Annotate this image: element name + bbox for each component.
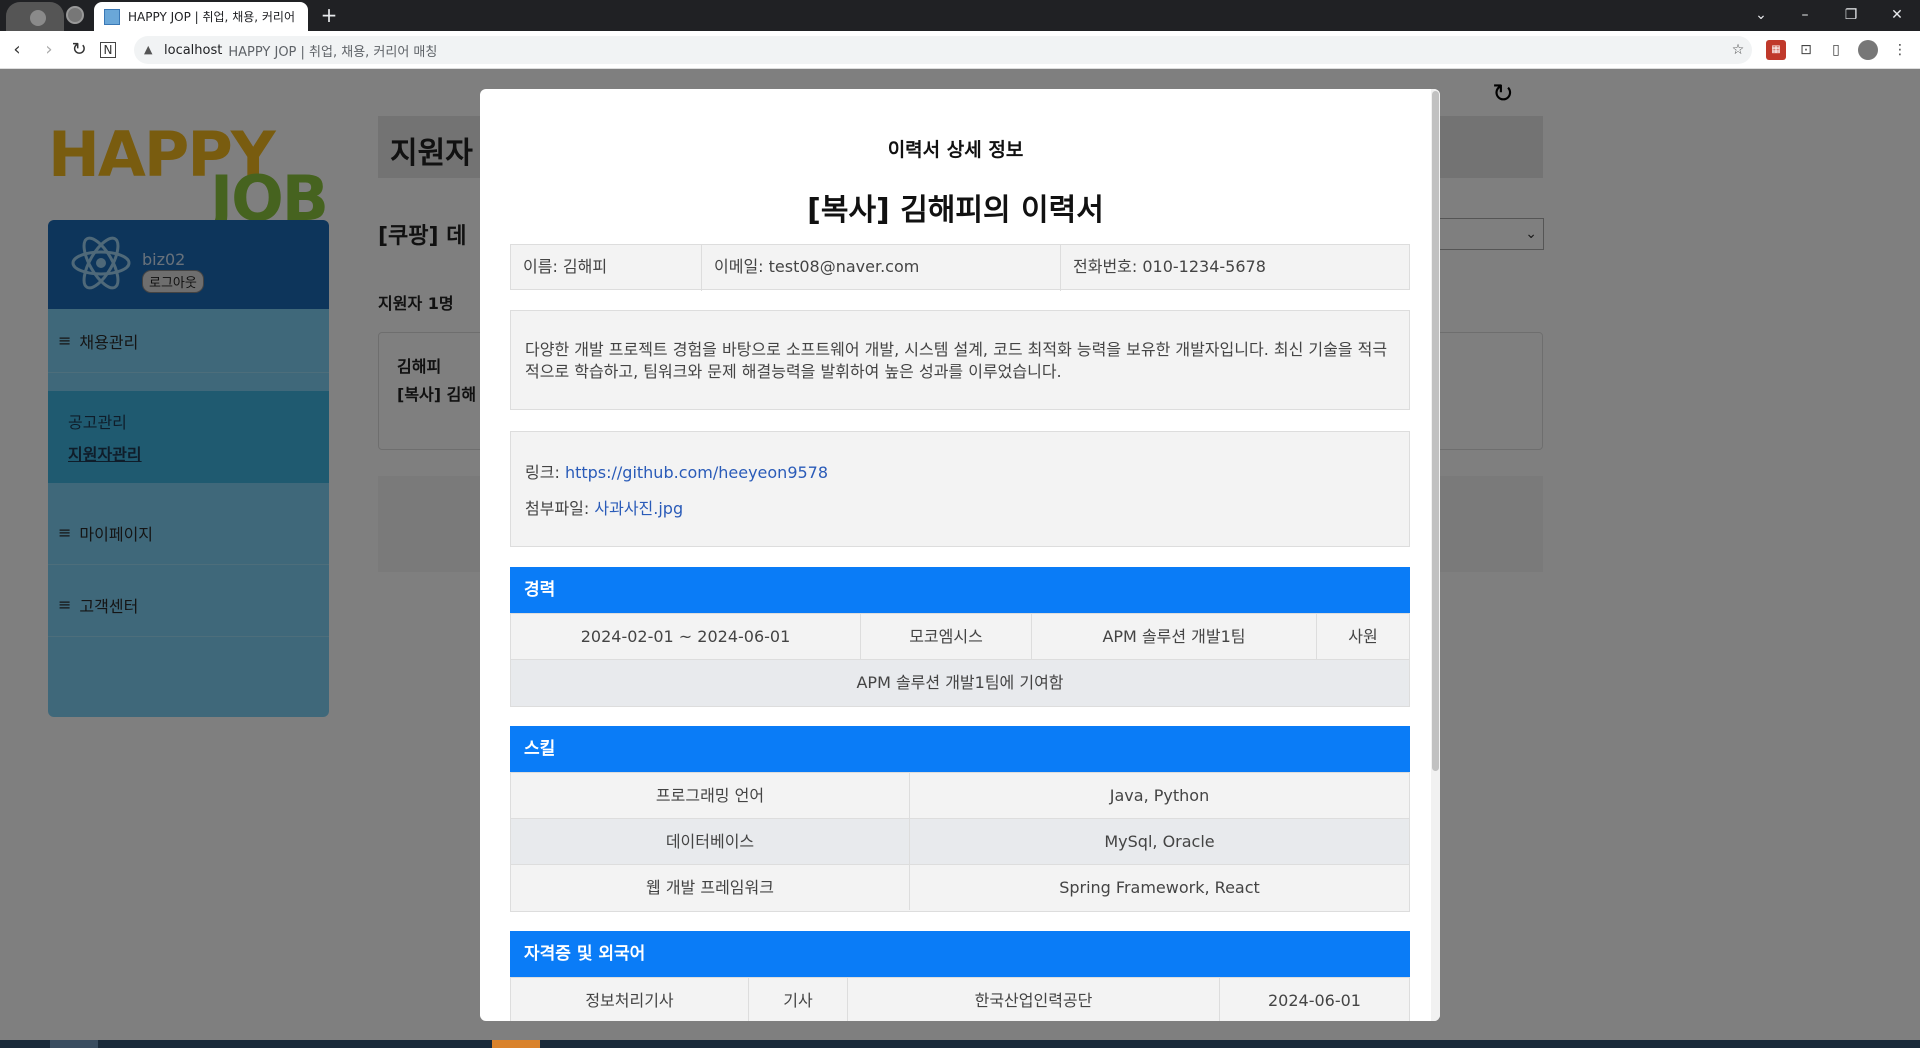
cert-name: 정보처리기사	[511, 978, 749, 1021]
tab-search-icon[interactable]: ⌄	[1738, 0, 1784, 31]
info-name: 이름: 김해피	[511, 245, 702, 291]
favicon-icon	[104, 8, 120, 25]
link-label: 링크:	[525, 463, 560, 482]
links-box: 링크: https://github.com/heeyeon9578 첨부파일:…	[510, 431, 1410, 547]
profile-avatar[interactable]	[6, 2, 64, 31]
table-row: 프로그래밍 언어 Java, Python	[511, 773, 1409, 819]
career-description: APM 솔루션 개발1팀에 기여함	[856, 673, 1064, 692]
intro-text: 다양한 개발 프로젝트 경험을 바탕으로 소프트웨어 개발, 시스템 설계, 코…	[510, 310, 1410, 410]
tab-title: HAPPY JOP | 취업, 채용, 커리어	[128, 10, 296, 24]
career-section-header: 경력	[510, 567, 1410, 613]
profile-icon[interactable]	[66, 6, 84, 24]
url-host: localhost	[164, 42, 223, 58]
modal-scrollbar-thumb[interactable]	[1432, 91, 1439, 771]
minimize-button[interactable]: –	[1782, 0, 1828, 31]
cert-date: 2024-06-01	[1268, 991, 1361, 1010]
account-avatar[interactable]	[1858, 40, 1878, 60]
career-period: 2024-02-01 ~ 2024-06-01	[511, 614, 861, 659]
browser-tab-active[interactable]: HAPPY JOP | 취업, 채용, 커리어	[94, 2, 308, 31]
taskbar-item[interactable]	[50, 1040, 98, 1048]
github-link[interactable]: https://github.com/heeyeon9578	[565, 463, 828, 482]
skill-value: Java, Python	[1109, 786, 1210, 805]
link-row: 링크: https://github.com/heeyeon9578	[525, 460, 1395, 496]
cert-grade: 기사	[749, 978, 848, 1021]
close-window-button[interactable]: ✕	[1874, 0, 1920, 31]
attachment-label: 첨부파일:	[525, 499, 590, 518]
skill-value: Spring Framework, React	[1059, 878, 1260, 897]
extension-flag-icon[interactable]: ▦	[1766, 40, 1786, 60]
reload-icon[interactable]: ↻	[68, 39, 90, 61]
browser-toolbar: ‹ › ↻ N ▲ localhost HAPPY JOP | 취업, 채용, …	[0, 31, 1920, 69]
bookmark-star-icon[interactable]: ☆	[1728, 40, 1748, 60]
table-row: APM 솔루션 개발1팀에 기여함	[511, 660, 1409, 706]
resume-detail-modal: 이력서 상세 정보 [복사] 김해피의 이력서 이름: 김해피 이메일: tes…	[480, 89, 1440, 1021]
table-row: 정보처리기사 기사 한국산업인력공단 2024-06-01	[511, 978, 1409, 1021]
skill-value: MySql, Oracle	[1104, 832, 1215, 851]
address-bar[interactable]: ▲ localhost HAPPY JOP | 취업, 채용, 커리어 매칭	[134, 36, 1752, 64]
skill-category: 데이터베이스	[511, 819, 910, 864]
career-company: 모코엠시스	[861, 614, 1032, 659]
menu-kebab-icon[interactable]: ⋮	[1890, 40, 1910, 60]
cert-issuer: 한국산업인력공단	[848, 978, 1220, 1021]
modal-heading: 이력서 상세 정보	[887, 139, 1024, 161]
url-page-title: HAPPY JOP | 취업, 채용, 커리어 매칭	[228, 44, 438, 60]
skills-table: 프로그래밍 언어 Java, Python 데이터베이스 MySql, Orac…	[510, 772, 1410, 912]
attachment-row: 첨부파일: 사과사진.jpg	[525, 496, 1395, 532]
back-icon[interactable]: ‹	[6, 39, 28, 61]
info-email: 이메일: test08@naver.com	[702, 245, 1061, 291]
career-department: APM 솔루션 개발1팀	[1032, 614, 1317, 659]
skill-category: 웹 개발 프레임워크	[511, 865, 910, 910]
certs-section-header: 자격증 및 외국어	[510, 931, 1410, 977]
forward-icon[interactable]: ›	[38, 39, 60, 61]
skill-category: 프로그래밍 언어	[511, 773, 910, 818]
modal-scrollbar[interactable]	[1431, 89, 1440, 1021]
table-row: 2024-02-01 ~ 2024-06-01 모코엠시스 APM 솔루션 개발…	[511, 614, 1409, 660]
taskbar	[0, 1040, 1920, 1048]
certs-table: 정보처리기사 기사 한국산업인력공단 2024-06-01	[510, 977, 1410, 1021]
contact-info-row: 이름: 김해피 이메일: test08@naver.com 전화번호: 010-…	[510, 244, 1410, 291]
attachment-link[interactable]: 사과사진.jpg	[594, 499, 683, 518]
refresh-icon[interactable]: ↻	[1492, 79, 1514, 109]
career-table: 2024-02-01 ~ 2024-06-01 모코엠시스 APM 솔루션 개발…	[510, 613, 1410, 707]
taskbar-item[interactable]	[492, 1040, 540, 1048]
insecure-icon[interactable]: ▲	[144, 44, 156, 56]
new-tab-button[interactable]: +	[318, 4, 340, 26]
screenshot-icon[interactable]: ⊡	[1796, 40, 1816, 60]
table-row: 웹 개발 프레임워크 Spring Framework, React	[511, 865, 1409, 911]
skills-section-header: 스킬	[510, 726, 1410, 772]
table-row: 데이터베이스 MySql, Oracle	[511, 819, 1409, 865]
n-extension-icon[interactable]: N	[100, 42, 116, 58]
career-position: 사원	[1348, 627, 1378, 646]
info-phone: 전화번호: 010-1234-5678	[1073, 257, 1266, 276]
resume-title: [복사] 김해피의 이력서	[807, 193, 1104, 228]
browser-tab-bar: HAPPY JOP | 취업, 채용, 커리어 + ⌄ – ❐ ✕	[0, 0, 1920, 31]
restore-button[interactable]: ❐	[1828, 0, 1874, 31]
side-panel-icon[interactable]: ▯	[1826, 40, 1846, 60]
